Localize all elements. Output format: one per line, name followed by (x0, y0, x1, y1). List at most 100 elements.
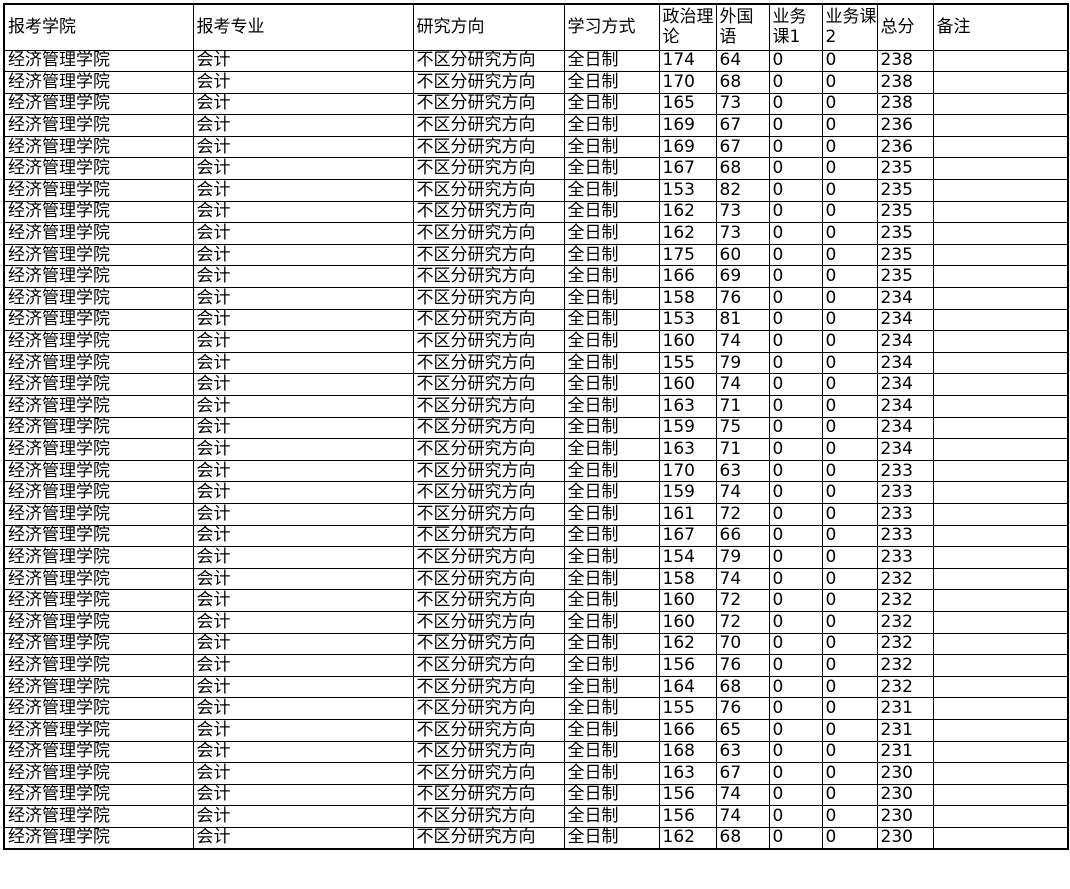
course-1-score-cell: 0 (768, 373, 823, 396)
politics-score-cell: 164 (658, 675, 717, 699)
total-score-cell: 230 (876, 826, 934, 850)
total-score-cell: 235 (876, 265, 934, 289)
foreign-language-score-cell: 63 (715, 740, 770, 764)
course-1-score-cell: 0 (768, 481, 823, 504)
direction-cell: 不区分研究方向 (412, 330, 565, 353)
remarks-cell (932, 632, 1069, 656)
table-row: 经济管理学院 会计 不区分研究方向 全日制 160 74 0 0 234 (3, 330, 1069, 353)
study-mode-cell: 全日制 (563, 502, 660, 526)
course-1-score-cell: 0 (768, 330, 823, 353)
remarks-cell (932, 200, 1069, 224)
course-2-score-cell: 0 (821, 287, 878, 310)
total-score-cell: 236 (876, 114, 934, 137)
direction-cell: 不区分研究方向 (412, 805, 565, 828)
course-2-score-cell: 0 (821, 502, 878, 526)
course-1-score-cell: 0 (768, 395, 823, 418)
politics-score-cell: 160 (658, 330, 717, 353)
total-score-cell: 230 (876, 805, 934, 828)
politics-score-cell: 160 (658, 610, 717, 634)
college-cell: 经济管理学院 (3, 610, 194, 634)
direction-cell: 不区分研究方向 (412, 654, 565, 677)
remarks-cell (932, 243, 1069, 267)
course-1-score-cell: 0 (768, 805, 823, 828)
course-2-score-cell: 0 (821, 330, 878, 353)
score-table: 报考学院 报考专业 研究方向 学习方式 政治理论 外国语 业务课1 业务课2 总… (3, 3, 1069, 850)
course-1-score-cell: 0 (768, 762, 823, 785)
foreign-language-score-cell: 75 (715, 416, 770, 440)
course-1-score-cell: 0 (768, 200, 823, 224)
total-score-cell: 231 (876, 740, 934, 764)
remarks-cell (932, 287, 1069, 310)
course-2-score-cell: 0 (821, 740, 878, 764)
politics-score-cell: 166 (658, 265, 717, 289)
study-mode-cell: 全日制 (563, 697, 660, 720)
college-cell: 经济管理学院 (3, 243, 194, 267)
college-cell: 经济管理学院 (3, 265, 194, 289)
politics-score-cell: 156 (658, 783, 717, 807)
table-row: 经济管理学院 会计 不区分研究方向 全日制 162 73 0 0 235 (3, 200, 1069, 224)
foreign-language-score-cell: 63 (715, 459, 770, 483)
total-score-cell: 230 (876, 762, 934, 785)
major-cell: 会计 (192, 179, 414, 202)
course-2-score-cell: 0 (821, 546, 878, 569)
foreign-language-score-cell: 74 (715, 373, 770, 396)
study-mode-cell: 全日制 (563, 524, 660, 548)
college-cell: 经济管理学院 (3, 762, 194, 785)
study-mode-cell: 全日制 (563, 546, 660, 569)
foreign-language-score-cell: 79 (715, 351, 770, 375)
study-mode-cell: 全日制 (563, 330, 660, 353)
course-2-score-cell: 0 (821, 783, 878, 807)
remarks-cell (932, 589, 1069, 612)
total-score-cell: 234 (876, 373, 934, 396)
course-2-score-cell: 0 (821, 589, 878, 612)
course-2-score-cell: 0 (821, 49, 878, 73)
table-row: 经济管理学院 会计 不区分研究方向 全日制 166 69 0 0 235 (3, 265, 1069, 289)
course-1-score-cell: 0 (768, 502, 823, 526)
table-row: 经济管理学院 会计 不区分研究方向 全日制 164 68 0 0 232 (3, 675, 1069, 699)
course-2-score-cell: 0 (821, 416, 878, 440)
politics-score-cell: 167 (658, 157, 717, 181)
table-row: 经济管理学院 会计 不区分研究方向 全日制 163 71 0 0 234 (3, 395, 1069, 418)
course-2-score-cell: 0 (821, 92, 878, 116)
course-1-score-cell: 0 (768, 718, 823, 742)
course-2-score-cell: 0 (821, 718, 878, 742)
course-2-score-cell: 0 (821, 697, 878, 720)
direction-cell: 不区分研究方向 (412, 200, 565, 224)
college-cell: 经济管理学院 (3, 675, 194, 699)
total-score-cell: 235 (876, 243, 934, 267)
direction-cell: 不区分研究方向 (412, 740, 565, 764)
foreign-language-score-cell: 72 (715, 502, 770, 526)
direction-cell: 不区分研究方向 (412, 92, 565, 116)
table-row: 经济管理学院 会计 不区分研究方向 全日制 156 76 0 0 232 (3, 654, 1069, 677)
course-1-score-cell: 0 (768, 438, 823, 461)
college-cell: 经济管理学院 (3, 740, 194, 764)
course-1-score-cell: 0 (768, 49, 823, 73)
direction-cell: 不区分研究方向 (412, 243, 565, 267)
table-row: 经济管理学院 会计 不区分研究方向 全日制 162 68 0 0 230 (3, 826, 1069, 850)
column-header-college: 报考学院 (3, 3, 194, 51)
direction-cell: 不区分研究方向 (412, 589, 565, 612)
remarks-cell (932, 114, 1069, 137)
direction-cell: 不区分研究方向 (412, 395, 565, 418)
politics-score-cell: 162 (658, 200, 717, 224)
college-cell: 经济管理学院 (3, 718, 194, 742)
major-cell: 会计 (192, 502, 414, 526)
study-mode-cell: 全日制 (563, 610, 660, 634)
major-cell: 会计 (192, 675, 414, 699)
remarks-cell (932, 265, 1069, 289)
remarks-cell (932, 805, 1069, 828)
total-score-cell: 238 (876, 49, 934, 73)
politics-score-cell: 153 (658, 179, 717, 202)
study-mode-cell: 全日制 (563, 654, 660, 677)
table-row: 经济管理学院 会计 不区分研究方向 全日制 160 74 0 0 234 (3, 373, 1069, 396)
major-cell: 会计 (192, 92, 414, 116)
column-header-remarks: 备注 (932, 3, 1069, 51)
college-cell: 经济管理学院 (3, 330, 194, 353)
foreign-language-score-cell: 66 (715, 524, 770, 548)
total-score-cell: 235 (876, 179, 934, 202)
politics-score-cell: 167 (658, 524, 717, 548)
direction-cell: 不区分研究方向 (412, 826, 565, 850)
column-header-course-1: 业务课1 (768, 3, 823, 51)
direction-cell: 不区分研究方向 (412, 567, 565, 591)
major-cell: 会计 (192, 157, 414, 181)
